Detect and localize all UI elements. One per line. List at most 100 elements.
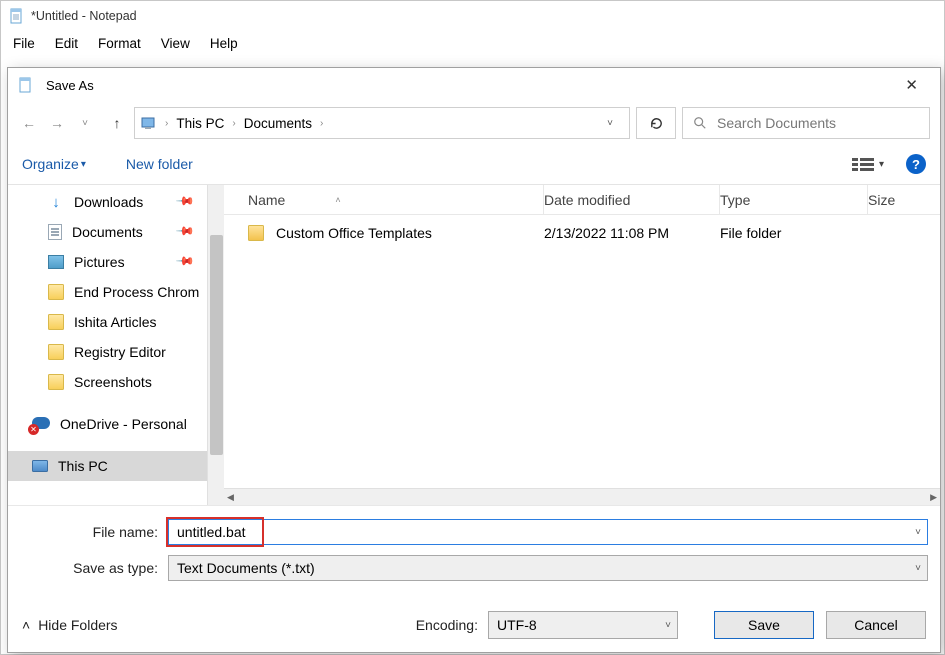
sidebar-item-label: Ishita Articles xyxy=(74,314,156,330)
filename-value: untitled.bat xyxy=(177,524,246,540)
view-options-button[interactable]: ▾ xyxy=(845,154,890,174)
column-type[interactable]: Type xyxy=(720,192,868,208)
sidebar-item-documents[interactable]: Documents 📌 xyxy=(8,217,207,247)
sidebar-item-label: Pictures xyxy=(74,254,125,270)
file-name: Custom Office Templates xyxy=(276,225,432,241)
scroll-right-icon[interactable]: ▶ xyxy=(930,492,937,503)
breadcrumb-folder[interactable]: Documents xyxy=(244,116,312,131)
sidebar-item-folder[interactable]: Screenshots xyxy=(8,367,207,397)
pictures-icon xyxy=(48,255,64,269)
scroll-left-icon[interactable]: ◀ xyxy=(227,492,234,503)
dialog-footer: ˄ Hide Folders Encoding: UTF-8 ˅ Save Ca… xyxy=(8,598,940,652)
notepad-title-text: *Untitled - Notepad xyxy=(31,9,137,23)
sidebar-item-downloads[interactable]: ↓ Downloads 📌 xyxy=(8,187,207,217)
savetype-label: Save as type: xyxy=(20,560,168,576)
pc-icon xyxy=(32,460,48,472)
search-input[interactable]: Search Documents xyxy=(682,107,930,139)
chevron-down-icon[interactable]: ˅ xyxy=(665,620,671,631)
sidebar-scrollbar[interactable] xyxy=(207,185,224,505)
refresh-button[interactable] xyxy=(636,107,676,139)
menu-edit[interactable]: Edit xyxy=(47,34,86,53)
toolbar: Organize ▾ New folder ▾ ? xyxy=(8,144,940,184)
view-icon xyxy=(851,156,875,172)
sidebar-item-label: Documents xyxy=(72,224,143,240)
sidebar-item-label: Registry Editor xyxy=(74,344,166,360)
file-row[interactable]: Custom Office Templates 2/13/2022 11:08 … xyxy=(224,215,940,245)
organize-menu[interactable]: Organize ▾ xyxy=(22,156,86,172)
sidebar-item-pictures[interactable]: Pictures 📌 xyxy=(8,247,207,277)
filename-label: File name: xyxy=(20,524,168,540)
forward-icon[interactable]: → xyxy=(46,112,68,134)
horizontal-scrollbar[interactable]: ◀ ▶ xyxy=(224,488,940,505)
cancel-button[interactable]: Cancel xyxy=(826,611,926,639)
back-icon[interactable]: ← xyxy=(18,112,40,134)
folder-icon xyxy=(48,344,64,360)
encoding-select[interactable]: UTF-8 ˅ xyxy=(488,611,678,639)
sidebar-item-folder[interactable]: End Process Chrom xyxy=(8,277,207,307)
onedrive-icon: ✕ xyxy=(32,415,50,433)
column-size[interactable]: Size xyxy=(868,192,940,208)
savetype-field[interactable]: Text Documents (*.txt) ˅ xyxy=(168,555,928,581)
dialog-titlebar: Save As ✕ xyxy=(8,68,940,102)
sidebar-item-label: Screenshots xyxy=(74,374,152,390)
dialog-title-text: Save As xyxy=(46,78,94,93)
search-icon xyxy=(693,116,707,130)
notepad-menubar[interactable]: File Edit Format View Help xyxy=(1,31,944,55)
sidebar: ↓ Downloads 📌 Documents 📌 Pictures 📌 End xyxy=(8,185,207,505)
refresh-icon xyxy=(649,116,664,131)
notepad-window: *Untitled - Notepad File Edit Format Vie… xyxy=(0,0,945,655)
savetype-value: Text Documents (*.txt) xyxy=(177,560,315,576)
sort-asc-icon: ˄ xyxy=(335,195,340,205)
menu-format[interactable]: Format xyxy=(90,34,149,53)
chevron-down-icon: ▾ xyxy=(81,159,86,170)
scrollbar-thumb[interactable] xyxy=(210,235,223,455)
breadcrumb[interactable]: › This PC › Documents › ˅ xyxy=(134,107,630,139)
save-as-icon xyxy=(18,77,34,93)
hide-folders-toggle[interactable]: ˄ Hide Folders xyxy=(22,617,118,633)
filename-field[interactable]: untitled.bat ˅ xyxy=(168,519,928,545)
breadcrumb-root[interactable]: This PC xyxy=(176,116,224,131)
file-list: Name ˄ Date modified Type Size Custom Of… xyxy=(224,185,940,505)
column-name[interactable]: Name ˄ xyxy=(224,192,544,208)
sidebar-item-folder[interactable]: Ishita Articles xyxy=(8,307,207,337)
file-area[interactable]: Custom Office Templates 2/13/2022 11:08 … xyxy=(224,215,940,488)
file-date: 2/13/2022 11:08 PM xyxy=(544,225,720,241)
file-type: File folder xyxy=(720,225,868,241)
notepad-titlebar: *Untitled - Notepad xyxy=(1,1,944,31)
save-as-dialog: Save As ✕ ← → ˅ ↑ › This PC › Documents … xyxy=(7,67,941,653)
menu-help[interactable]: Help xyxy=(202,34,246,53)
search-placeholder: Search Documents xyxy=(717,115,836,131)
sidebar-item-onedrive[interactable]: ✕ OneDrive - Personal xyxy=(8,409,207,439)
sidebar-item-folder[interactable]: Registry Editor xyxy=(8,337,207,367)
encoding-label: Encoding: xyxy=(416,617,478,633)
up-icon[interactable]: ↑ xyxy=(106,112,128,134)
sidebar-item-label: Downloads xyxy=(74,194,143,210)
error-badge-icon: ✕ xyxy=(28,424,39,435)
download-icon: ↓ xyxy=(48,194,64,210)
chevron-down-icon: ▾ xyxy=(879,159,884,170)
folder-icon xyxy=(248,225,264,241)
menu-view[interactable]: View xyxy=(153,34,198,53)
recent-dropdown-icon[interactable]: ˅ xyxy=(74,112,96,134)
chevron-right-icon[interactable]: › xyxy=(228,118,239,129)
column-headers: Name ˄ Date modified Type Size xyxy=(224,185,940,215)
new-folder-button[interactable]: New folder xyxy=(126,156,193,172)
chevron-right-icon[interactable]: › xyxy=(316,118,327,129)
sidebar-item-this-pc[interactable]: This PC xyxy=(8,451,207,481)
pin-icon: 📌 xyxy=(175,251,195,271)
chevron-right-icon[interactable]: › xyxy=(161,118,172,129)
column-date[interactable]: Date modified xyxy=(544,192,720,208)
menu-file[interactable]: File xyxy=(5,34,43,53)
close-icon[interactable]: ✕ xyxy=(893,72,930,98)
chevron-down-icon[interactable]: ˅ xyxy=(915,527,921,538)
breadcrumb-dropdown-icon[interactable]: ˅ xyxy=(597,118,623,129)
sidebar-item-label: OneDrive - Personal xyxy=(60,416,187,432)
chevron-up-icon: ˄ xyxy=(22,617,30,633)
save-button[interactable]: Save xyxy=(714,611,814,639)
help-button[interactable]: ? xyxy=(906,154,926,174)
navigation-row: ← → ˅ ↑ › This PC › Documents › ˅ Search… xyxy=(8,102,940,144)
chevron-down-icon[interactable]: ˅ xyxy=(915,563,921,574)
folder-icon xyxy=(48,284,64,300)
pin-icon: 📌 xyxy=(175,191,195,211)
pin-icon: 📌 xyxy=(175,221,195,241)
